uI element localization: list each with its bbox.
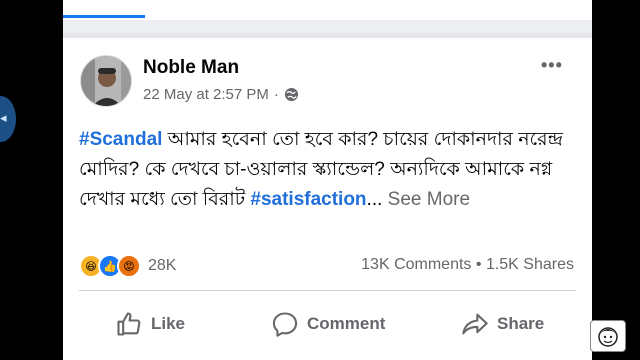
comment-icon xyxy=(272,312,298,337)
face-logo-icon xyxy=(598,327,618,347)
timestamp[interactable]: 22 May at 2:57 PM xyxy=(143,86,269,103)
like-label: Like xyxy=(151,314,186,333)
author-name[interactable]: Noble Man xyxy=(143,57,239,79)
top-bar xyxy=(63,0,592,38)
reactions-summary[interactable]: 😆 👍 😡 28K xyxy=(79,254,176,278)
loading-progress xyxy=(63,15,145,18)
side-overlay-button[interactable]: ◂ xyxy=(0,96,16,142)
side-arrow-icon: ◂ xyxy=(0,110,7,125)
angry-reaction-icon: 😡 xyxy=(117,254,141,278)
ellipsis: ... xyxy=(366,189,383,210)
like-button[interactable]: Like xyxy=(115,310,185,338)
avatar-image xyxy=(81,56,131,106)
more-dots-icon[interactable]: ••• xyxy=(541,55,563,76)
post-meta: 22 May at 2:57 PM · xyxy=(143,86,299,103)
post-card: Noble Man 22 May at 2:57 PM · ••• #Scand… xyxy=(63,0,592,360)
divider xyxy=(79,290,576,291)
comment-button[interactable]: Comment xyxy=(271,310,385,338)
shares-count[interactable]: 1.5K Shares xyxy=(486,256,574,273)
channel-logo xyxy=(590,320,626,352)
comment-label: Comment xyxy=(307,314,386,333)
reactions-count: 28K xyxy=(148,257,177,274)
separator: · xyxy=(273,86,279,103)
post-text: #Scandal আমার হবেনা তো হবে কার? চায়ের দ… xyxy=(79,125,579,215)
hashtag-satisfaction[interactable]: #satisfaction xyxy=(250,189,366,210)
avatar[interactable] xyxy=(80,55,132,107)
action-bar: Like Comment Share xyxy=(63,300,592,350)
see-more-link[interactable]: See More xyxy=(382,189,470,210)
hashtag-scandal[interactable]: #Scandal xyxy=(79,129,162,150)
engagement-stats: 13K Comments • 1.5K Shares xyxy=(361,256,574,274)
stats-dot: • xyxy=(475,256,482,273)
thumbs-up-icon xyxy=(117,312,141,336)
share-button[interactable]: Share xyxy=(461,310,544,338)
share-icon xyxy=(462,313,488,335)
share-label: Share xyxy=(497,314,545,333)
globe-icon[interactable] xyxy=(284,87,299,102)
comments-count[interactable]: 13K Comments xyxy=(361,256,471,273)
